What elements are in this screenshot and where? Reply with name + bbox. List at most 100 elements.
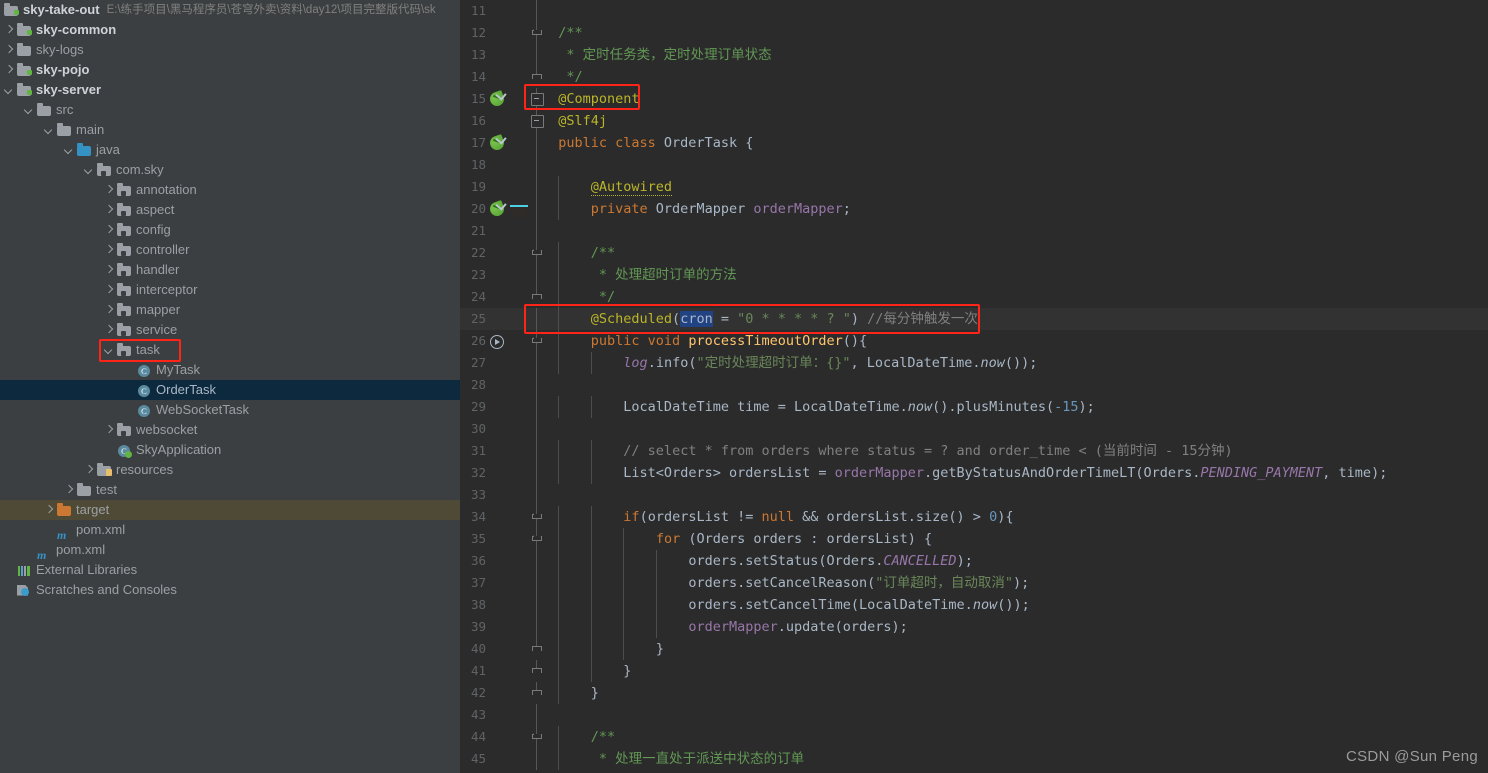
gutter-icons[interactable] [486,0,534,22]
code-fold-marker[interactable] [530,418,544,440]
gutter-icons[interactable] [486,22,534,44]
tree-item-mytask[interactable]: C MyTask [0,360,460,380]
editor-line-33[interactable]: 33 [460,484,1488,506]
editor-line-37[interactable]: 37 orders.setCancelReason("订单超时，自动取消"); [460,572,1488,594]
run-method-icon[interactable] [490,335,504,349]
gutter-icons[interactable] [486,286,534,308]
spring-bean-icon[interactable] [488,199,507,218]
gutter-icons[interactable] [486,242,534,264]
chevron-right-icon[interactable] [104,225,115,236]
tree-item-ordertask[interactable]: C OrderTask [0,380,460,400]
tree-item-pom-xml[interactable]: m pom.xml [0,520,460,542]
editor-line-39[interactable]: 39 orderMapper.update(orders); [460,616,1488,638]
tree-item-scratches-and-consoles[interactable]: Scratches and Consoles [0,580,460,600]
editor-line-15[interactable]: 15 @Component [460,88,1488,110]
code-fold-marker[interactable] [530,484,544,506]
tree-item-sky-pojo[interactable]: sky-pojo [0,60,460,80]
gutter-icons[interactable] [486,198,534,220]
gutter-icons[interactable] [486,528,534,550]
spring-bean-icon[interactable] [488,133,507,152]
editor-line-11[interactable]: 11 [460,0,1488,22]
editor-line-21[interactable]: 21 [460,220,1488,242]
tree-item-controller[interactable]: controller [0,240,460,260]
code-editor[interactable]: 11 12/** 13 * 定时任务类，定时处理订单状态 14 */15 @Compon… [460,0,1488,773]
gutter-icons[interactable] [486,660,534,682]
tree-item-handler[interactable]: handler [0,260,460,280]
tree-item-pom-xml[interactable]: m pom.xml [0,540,460,562]
editor-line-41[interactable]: 41} [460,660,1488,682]
editor-line-16[interactable]: 16 @Slf4j [460,110,1488,132]
editor-line-18[interactable]: 18 [460,154,1488,176]
editor-line-40[interactable]: 40} [460,638,1488,660]
editor-line-23[interactable]: 23 * 处理超时订单的方法 [460,264,1488,286]
gutter-icons[interactable] [486,176,534,198]
gutter-icons[interactable] [486,418,534,440]
tree-item-sky-server[interactable]: sky-server [0,80,460,100]
editor-line-26[interactable]: 26 public void processTimeoutOrder(){ [460,330,1488,352]
tree-item-main[interactable]: main [0,120,460,140]
gutter-icons[interactable] [486,330,534,352]
tree-item-aspect[interactable]: aspect [0,200,460,220]
editor-line-31[interactable]: 31 // select * from orders where status =… [460,440,1488,462]
chevron-right-icon[interactable] [104,325,115,336]
editor-line-24[interactable]: 24 */ [460,286,1488,308]
tree-root-row[interactable]: sky-take-out E:\练手项目\黑马程序员\苍穹外卖\资料\day12… [0,0,460,20]
chevron-down-icon[interactable] [4,85,15,96]
editor-line-30[interactable]: 30 [460,418,1488,440]
chevron-right-icon[interactable] [104,185,115,196]
spring-bean-icon[interactable] [488,89,507,108]
tree-item-config[interactable]: config [0,220,460,240]
gutter-icons[interactable] [486,506,534,528]
gutter-icons[interactable] [486,726,534,748]
gutter-icons[interactable] [486,572,534,594]
gutter-icons[interactable] [486,110,534,132]
gutter-icons[interactable] [486,220,534,242]
tree-item-external-libraries[interactable]: External Libraries [0,560,460,580]
chevron-down-icon[interactable] [44,125,55,136]
tree-item-annotation[interactable]: annotation [0,180,460,200]
editor-line-42[interactable]: 42} [460,682,1488,704]
code-fold-marker[interactable] [530,704,544,726]
gutter-icons[interactable] [486,44,534,66]
chevron-right-icon[interactable] [104,205,115,216]
chevron-right-icon[interactable] [44,505,55,516]
chevron-right-icon[interactable] [104,425,115,436]
tree-item-src[interactable]: src [0,100,460,120]
chevron-right-icon[interactable] [104,245,115,256]
editor-lines[interactable]: 11 12/** 13 * 定时任务类，定时处理订单状态 14 */15 @Compon… [460,0,1488,770]
gutter-icons[interactable] [486,132,534,154]
editor-line-45[interactable]: 45 * 处理一直处于派送中状态的订单 [460,748,1488,770]
editor-line-25[interactable]: 25 @Scheduled(cron = "0 * * * * ? ") //每分… [460,308,1488,330]
project-tool-window[interactable]: sky-take-out E:\练手项目\黑马程序员\苍穹外卖\资料\day12… [0,0,460,773]
chevron-right-icon[interactable] [4,25,15,36]
gutter-icons[interactable] [486,638,534,660]
gutter-icons[interactable] [486,462,534,484]
editor-line-22[interactable]: 22 /** [460,242,1488,264]
tree-item-com-sky[interactable]: com.sky [0,160,460,180]
tree-item-target[interactable]: target [0,500,460,520]
code-fold-marker[interactable] [530,374,544,396]
editor-line-43[interactable]: 43 [460,704,1488,726]
editor-line-27[interactable]: 27 log.info("定时处理超时订单：{}", LocalDateTime.… [460,352,1488,374]
gutter-icons[interactable] [486,616,534,638]
gutter-icons[interactable] [486,484,534,506]
tree-item-service[interactable]: service [0,320,460,340]
gutter-icons[interactable] [486,374,534,396]
tree-item-sky-logs[interactable]: sky-logs [0,40,460,60]
editor-line-12[interactable]: 12 /** [460,22,1488,44]
chevron-right-icon[interactable] [4,65,15,76]
chevron-down-icon[interactable] [104,345,115,356]
gutter-icons[interactable] [486,352,534,374]
code-fold-marker[interactable] [530,220,544,242]
tree-item-sky-common[interactable]: sky-common [0,20,460,40]
editor-line-28[interactable]: 28 [460,374,1488,396]
chevron-right-icon[interactable] [104,265,115,276]
tree-item-mapper[interactable]: mapper [0,300,460,320]
chevron-down-icon[interactable] [24,105,35,116]
editor-line-29[interactable]: 29 LocalDateTime time = LocalDateTime.now… [460,396,1488,418]
chevron-right-icon[interactable] [4,45,15,56]
chevron-down-icon[interactable] [84,165,95,176]
tree-item-task[interactable]: task [0,340,460,360]
editor-line-34[interactable]: 34 if(ordersList != null && ordersList.si… [460,506,1488,528]
editor-line-36[interactable]: 36 orders.setStatus(Orders.CANCELLED); [460,550,1488,572]
